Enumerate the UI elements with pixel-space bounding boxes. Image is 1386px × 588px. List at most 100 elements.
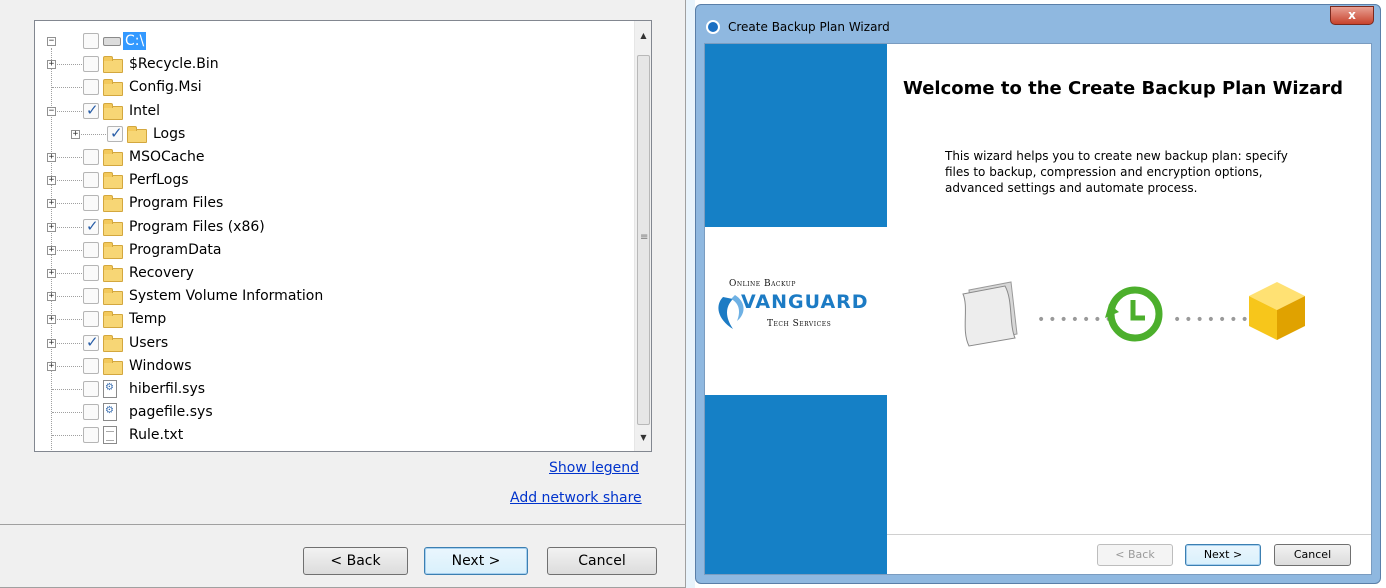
tree-row[interactable]: + Recovery [35,262,615,285]
item-checkbox[interactable] [83,381,99,397]
documents-icon [962,281,1018,347]
tree-row[interactable]: + ProgramData [35,239,615,262]
tree-connector [52,412,82,414]
item-checkbox[interactable] [83,427,99,444]
expand-plus-icon[interactable]: + [47,199,56,209]
collapse-minus-icon[interactable]: − [47,106,56,116]
tree-row[interactable]: Config.Msi [35,76,615,99]
tree-connector [52,249,82,251]
folder-icon [103,311,123,329]
checkmark-icon: ✓ [86,100,99,119]
cancel-button[interactable]: Cancel [547,547,657,575]
root-checkbox[interactable] [83,33,99,49]
tree-row[interactable]: + Temp [35,308,615,331]
tree-row[interactable]: + PerfLogs [35,169,615,192]
expand-plus-icon[interactable]: + [47,361,56,371]
item-checkbox[interactable] [83,404,99,421]
expand-plus-icon[interactable]: + [47,315,56,325]
tree-connector [76,133,106,135]
wizard-description: This wizard helps you to create new back… [945,149,1288,195]
item-checkbox[interactable] [83,311,99,328]
scroll-up-arrow-icon[interactable]: ▲ [635,27,651,44]
item-checkbox[interactable]: ✓ [83,217,99,235]
tree-item-label: hiberfil.sys [129,381,206,397]
item-checkbox[interactable]: ✓ [83,333,99,351]
tree-row[interactable]: + ✓ Users [35,332,615,355]
expand-plus-icon[interactable]: + [47,245,56,255]
tree-row[interactable]: Rule.txt [35,424,615,447]
tree-item-label: pagefile.sys [129,404,213,421]
expand-plus-icon[interactable]: + [47,269,56,278]
tree-row[interactable]: + System Volume Information [35,285,615,308]
tree-row[interactable]: pagefile.sys [35,401,615,424]
tree-connector [52,87,82,89]
expand-plus-icon[interactable]: + [71,129,80,139]
tree-connector [52,226,82,228]
tree-item-label: Intel [129,102,160,119]
wizard-next-button[interactable]: Next > [1185,544,1261,566]
item-checkbox[interactable] [83,288,99,305]
tree-row[interactable]: + ✓ Logs [35,123,615,146]
folder-icon [103,241,123,259]
item-checkbox[interactable] [83,241,99,258]
tree-connector [52,296,82,298]
add-network-share-link[interactable]: Add network share [510,490,642,506]
tree-row[interactable]: + ✓ Program Files (x86) [35,216,615,239]
storage-cube-icon [1249,282,1305,340]
tree-row[interactable]: + $Recycle.Bin [35,53,615,76]
collapse-expander-icon[interactable]: − [47,37,56,46]
next-button[interactable]: Next > [424,547,528,575]
item-checkbox[interactable] [83,357,99,374]
app-shield-icon [706,20,720,34]
wizard-footer-divider [887,534,1371,535]
expand-plus-icon[interactable]: + [47,222,56,232]
tree-connector [52,180,82,182]
scrollbar-thumb[interactable]: ≡ [637,55,650,425]
tree-item-label: System Volume Information [129,288,324,305]
tree-label-root: C:\ [123,32,147,50]
tree-row[interactable]: − ✓ Intel [35,100,615,123]
expand-plus-icon[interactable]: + [47,338,56,348]
folder-icon [103,102,123,120]
footer-divider [0,524,686,525]
tree-row[interactable]: + MSOCache [35,146,615,169]
item-checkbox[interactable] [83,172,99,189]
expand-plus-icon[interactable]: + [47,153,56,162]
tree-item-label: Config.Msi [129,79,202,96]
tree-connector [52,365,82,367]
item-checkbox[interactable] [83,56,99,73]
tree-connector [52,319,82,321]
tree-item-label: ProgramData [129,241,222,258]
tree-row[interactable]: + Program Files [35,192,615,215]
scroll-down-arrow-icon[interactable]: ▼ [635,429,651,446]
wizard-title: Create Backup Plan Wizard [728,20,890,34]
side-banner: Online Backup VANGUARD Tech Services [705,44,887,574]
item-checkbox[interactable] [83,265,99,281]
item-checkbox[interactable]: ✓ [83,100,99,119]
folder-icon [103,334,123,352]
wizard-cancel-button[interactable]: Cancel [1274,544,1351,566]
tree-row[interactable]: + Windows [35,355,615,378]
item-checkbox[interactable] [83,195,99,212]
vertical-scrollbar[interactable]: ▲ ≡ ▼ [634,21,651,451]
item-checkbox[interactable] [83,149,99,165]
system-file-icon [103,403,117,422]
folder-tree[interactable]: − C:\ + $Recycle.Bin Config.Msi − ✓ Intel + ✓ Logs… [34,20,652,452]
tree-row-root[interactable]: − C:\ [35,30,615,53]
folder-icon [103,195,123,213]
item-checkbox[interactable]: ✓ [107,124,123,142]
wizard-back-button[interactable]: < Back [1097,544,1173,566]
schedule-clock-icon [1105,286,1163,342]
vanguard-logo: Online Backup VANGUARD Tech Services [705,227,887,395]
expand-plus-icon[interactable]: + [47,60,56,70]
folder-icon [103,172,123,190]
item-checkbox[interactable] [83,79,99,96]
tree-item-label: Users [129,334,169,351]
expand-plus-icon[interactable]: + [47,176,56,186]
tree-row[interactable]: hiberfil.sys [35,378,615,401]
back-button[interactable]: < Back [303,547,408,575]
close-button[interactable]: x [1330,6,1374,25]
expand-plus-icon[interactable]: + [47,292,56,302]
tree-item-label: Program Files [129,195,224,212]
show-legend-link[interactable]: Show legend [549,460,639,476]
